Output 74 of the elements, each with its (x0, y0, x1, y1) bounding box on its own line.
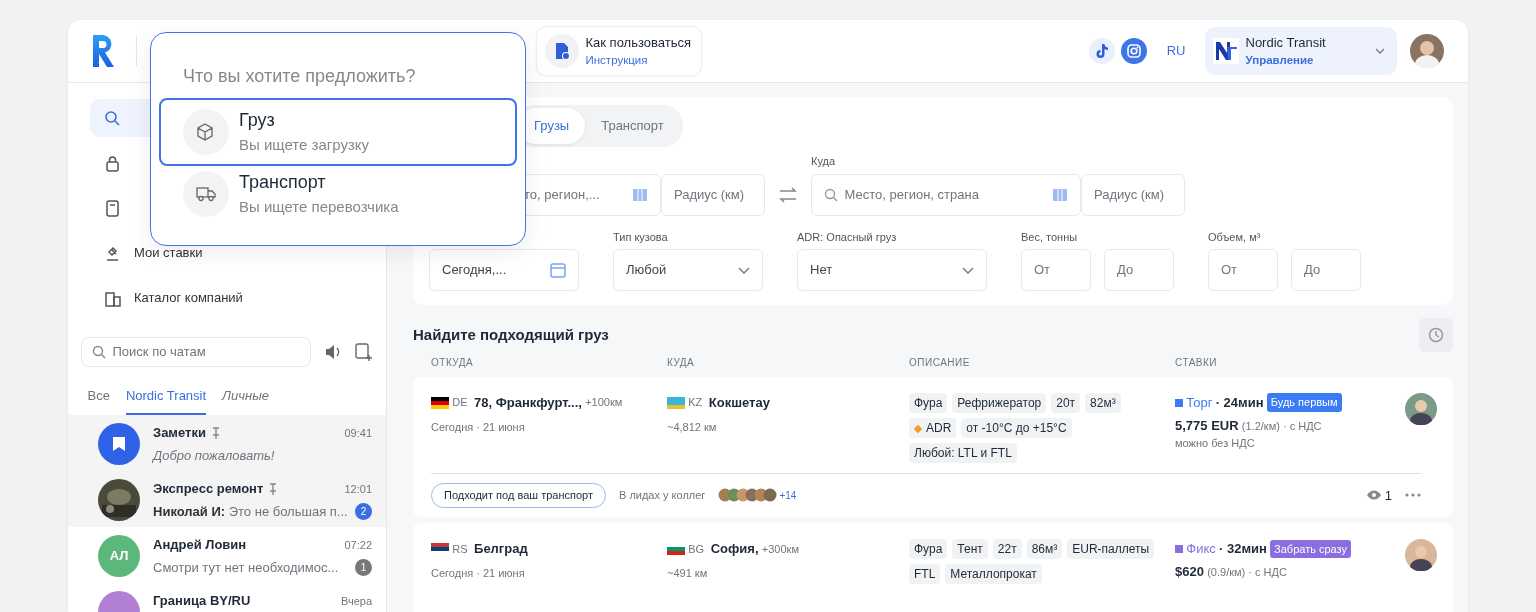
date-text: Сегодня · 21 июня (431, 419, 526, 435)
radius-text: +300км (761, 541, 799, 557)
unread-count: 2 (355, 503, 372, 520)
tag: Тент (952, 539, 988, 560)
field-label: ADR: Опасный груз (797, 229, 898, 245)
more-count: +14 (779, 488, 797, 503)
price: $620 (1175, 564, 1204, 579)
column-header: СТАВКИ (1175, 356, 1219, 371)
chat-message: Добро пожаловать! (153, 446, 276, 465)
tag: Любой: LTL и FTL (909, 442, 1017, 463)
organization-name: Nordic Transit (1245, 33, 1327, 52)
results-title: Найдите подходящий груз (413, 324, 609, 345)
tag: ADR (909, 417, 957, 438)
city-name: Белград (474, 540, 528, 559)
tag: Фура (909, 539, 948, 560)
rate-badge: Будь первым (1266, 393, 1342, 412)
chat-name: Экспресс ремонт (153, 480, 264, 498)
price-detail: (1.2/км) · с НДС (1241, 419, 1322, 432)
date-text: ~491 км (667, 566, 709, 582)
price-detail: (0.9/км) · с НДС (1207, 566, 1287, 578)
country-code: KZ (688, 395, 703, 411)
tag: EUR-паллеты (1067, 539, 1155, 560)
date-text: Сегодня · 21 июня (431, 566, 526, 582)
chat-message: Смотри тут нет необходимос... (153, 558, 340, 577)
tag: 20т (1051, 392, 1081, 413)
tag: от -10°C до +15°C (961, 417, 1072, 438)
rate-type: Торг (1186, 393, 1213, 412)
city-name: 78, Франкфурт..., (474, 393, 582, 412)
tag: 22т (992, 539, 1022, 560)
organization-role: Управление (1245, 53, 1315, 69)
field-label: Тип кузова (613, 229, 669, 245)
leads-text: В лидах у коллег (619, 488, 706, 503)
chat-time: 07:22 (344, 537, 372, 553)
tag: Рефрижератор (952, 392, 1047, 413)
field-label: Вес, тонны (1021, 229, 1079, 245)
field-label: Объем, м³ (1208, 229, 1262, 245)
tag: FTL (909, 564, 941, 585)
country-code: BG (688, 541, 705, 557)
country-code: RS (452, 541, 468, 557)
field-label: Куда (811, 154, 837, 169)
tag: Металлопрокат (945, 564, 1042, 585)
chat-name: Граница BY/RU (153, 592, 251, 610)
column-header: ОПИСАНИЕ (909, 356, 971, 371)
help-title: Как пользоваться (585, 33, 691, 52)
chat-time: 09:41 (344, 425, 372, 441)
tag: 86м³ (1026, 539, 1063, 560)
rate-age: · 32мин (1219, 540, 1267, 559)
radius-text: +100км (585, 395, 623, 411)
view-count: 1 (1384, 486, 1392, 505)
chat-time: Вчера (340, 593, 372, 609)
chat-time: 12:01 (344, 481, 372, 497)
unread-count: 1 (355, 559, 372, 576)
price: 5,775 EUR (1175, 417, 1239, 433)
city-name: Кокшетау (708, 393, 770, 412)
popup-title: Что вы хотите предложить? (182, 65, 417, 88)
chat-name: Андрей Ловин (153, 536, 247, 554)
chat-name: Заметки (153, 424, 206, 442)
country-code: DE (452, 395, 468, 411)
rate-badge: Забрать сразу (1270, 539, 1352, 559)
date-text: ~4,812 км (667, 419, 718, 435)
column-header: КУДА (667, 356, 696, 371)
option-title: Транспорт (239, 171, 327, 195)
tag: Фура (909, 392, 948, 413)
chat-avatar: АЛ (98, 535, 140, 577)
chat-message: Николай И: Это не большая п... (153, 502, 349, 521)
price-note: можно без НДС (1175, 436, 1256, 451)
column-header: ОТКУДА (431, 356, 475, 371)
option-subtitle: Вы ищете перевозчика (239, 197, 399, 218)
rate-type: Фикс (1186, 540, 1216, 559)
city-name: София, (710, 540, 759, 559)
tag: 82м³ (1085, 392, 1121, 413)
option-title: Груз (239, 109, 276, 133)
rate-age: · 24мин (1215, 393, 1264, 412)
option-subtitle: Вы ищете загрузку (239, 135, 370, 156)
